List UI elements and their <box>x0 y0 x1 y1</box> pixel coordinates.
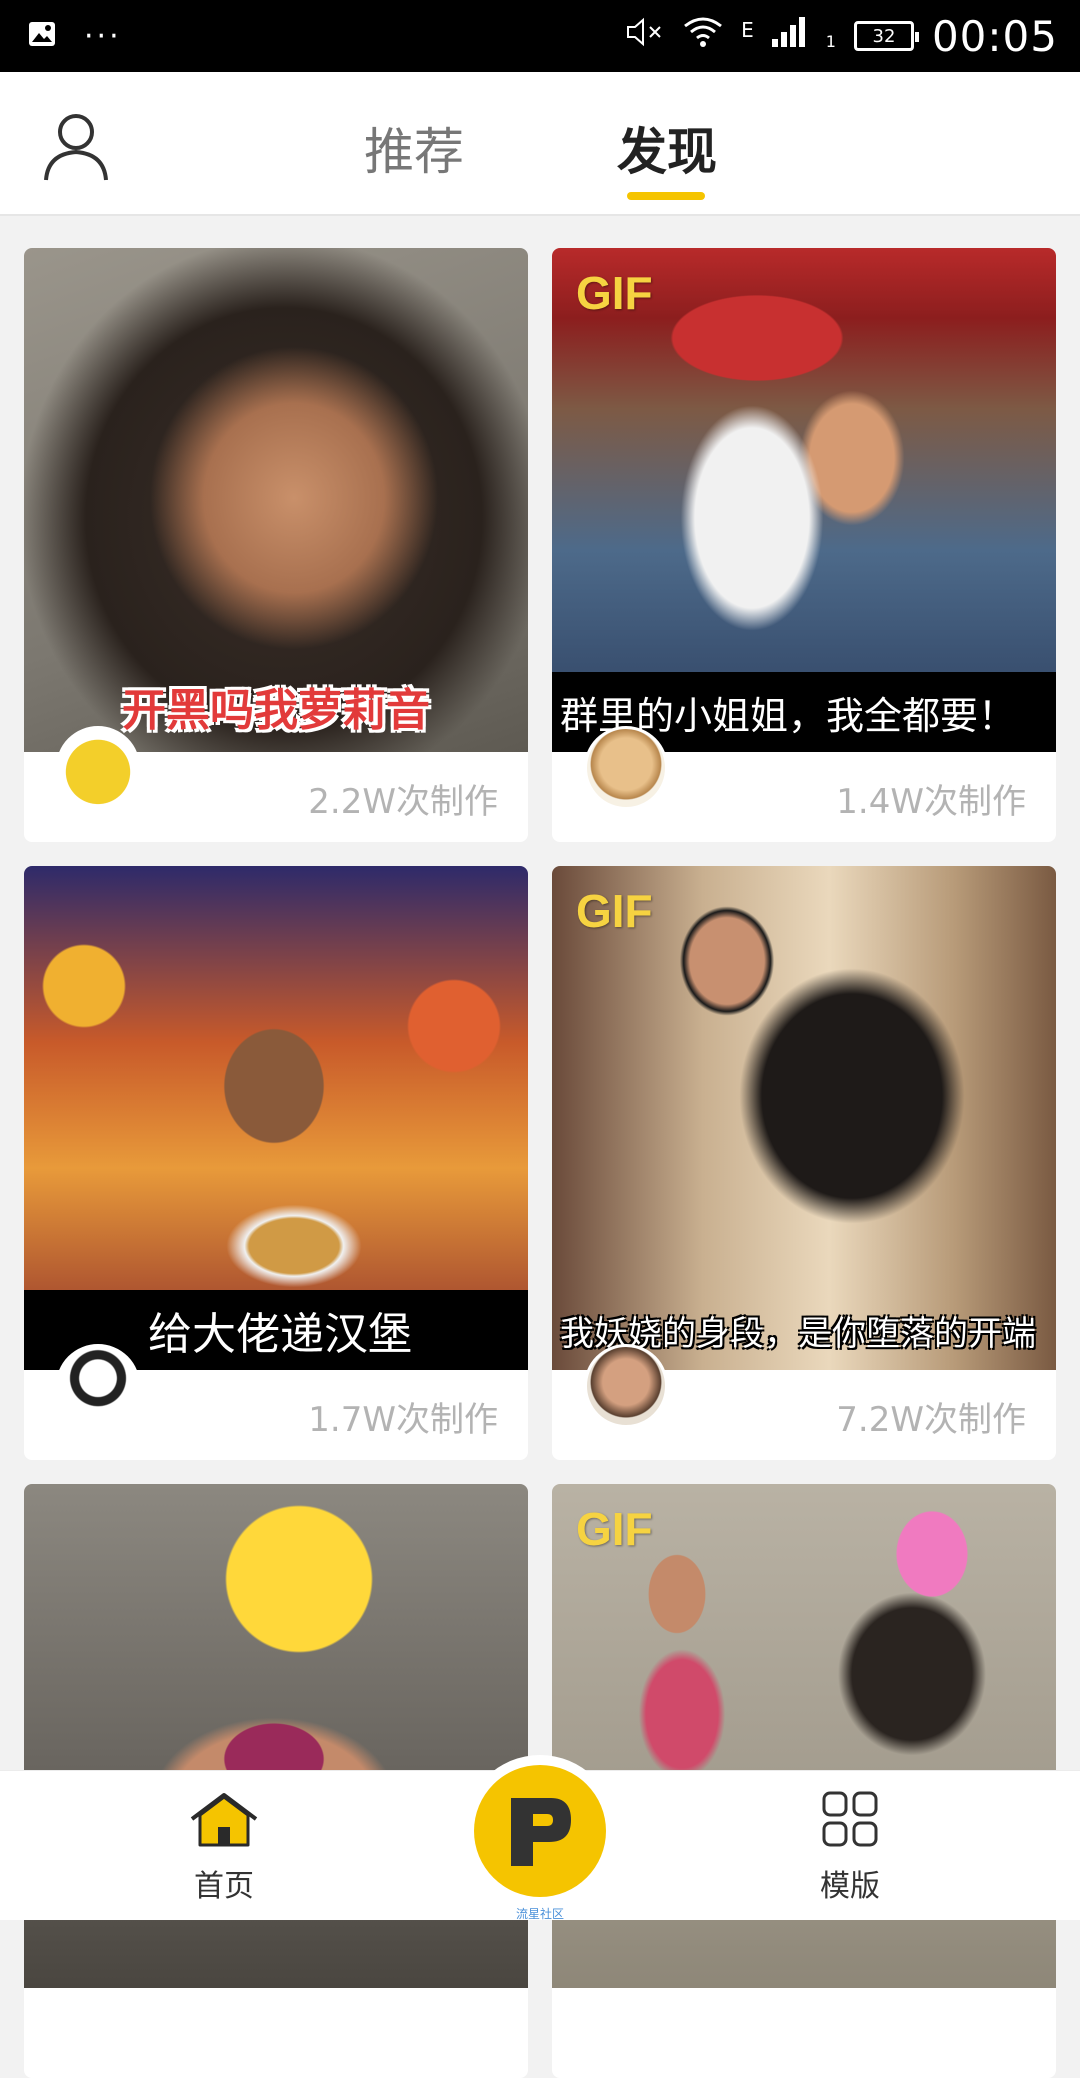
nav-template-label: 模版 <box>820 1869 880 1904</box>
nav-home[interactable]: 首页 <box>184 1789 264 1905</box>
active-tab-indicator <box>627 192 705 200</box>
gif-badge: GIF <box>576 885 653 937</box>
tab-recommend[interactable]: 推荐 <box>364 112 464 184</box>
profile-button[interactable] <box>40 110 112 182</box>
user-icon <box>44 114 108 181</box>
community-logo-icon <box>511 1798 571 1866</box>
status-bar: ··· E 1 32 00:05 <box>0 0 1080 72</box>
battery-level: 32 <box>872 25 896 47</box>
signal-icon <box>771 17 808 55</box>
author-avatar[interactable] <box>584 1344 668 1428</box>
gif-badge: GIF <box>576 267 653 319</box>
community-button[interactable] <box>474 1765 606 1897</box>
tab-discover[interactable]: 发现 <box>617 112 717 184</box>
more-notifications-icon: ··· <box>84 18 122 54</box>
author-avatar[interactable] <box>584 726 668 810</box>
bottom-nav: 首页 流星社区 模版 <box>0 1755 1080 1921</box>
usage-count: 7.2W次制作 <box>836 1400 1026 1440</box>
top-nav: 推荐 发现 <box>0 72 1080 216</box>
usage-count: 2.2W次制作 <box>308 782 498 822</box>
mute-icon <box>625 15 665 57</box>
nav-home-label: 首页 <box>194 1869 254 1904</box>
template-image[interactable]: 给大佬递汉堡 <box>24 866 528 1370</box>
wifi-icon <box>683 16 723 56</box>
template-card[interactable]: GIF 我妖娆的身段，是你堕落的开端 7.2W次制作 <box>552 866 1056 1460</box>
grid-icon <box>822 1791 878 1847</box>
sim-slot: 1 <box>825 31 836 51</box>
usage-count: 1.4W次制作 <box>836 782 1026 822</box>
gif-badge: GIF <box>576 1503 653 1555</box>
template-card[interactable]: 给大佬递汉堡 1.7W次制作 <box>24 866 528 1460</box>
nav-template[interactable]: 模版 <box>810 1789 890 1905</box>
network-type: E <box>741 17 754 42</box>
author-avatar[interactable] <box>56 726 140 810</box>
usage-count: 1.7W次制作 <box>308 1400 498 1440</box>
template-card[interactable]: GIF 群里的小姐姐，我全都要！ 1.4W次制作 <box>552 248 1056 842</box>
gallery-icon <box>28 21 56 51</box>
template-image[interactable]: GIF 群里的小姐姐，我全都要！ <box>552 248 1056 752</box>
home-icon <box>190 1793 258 1847</box>
template-image[interactable]: GIF 我妖娆的身段，是你堕落的开端 <box>552 866 1056 1370</box>
community-label: 流星社区 <box>515 1907 564 1921</box>
clock: 00:05 <box>931 11 1058 61</box>
template-card[interactable]: 开黑吗我萝莉音 2.2W次制作 <box>24 248 528 842</box>
author-avatar[interactable] <box>56 1344 140 1428</box>
battery-icon: 32 <box>853 21 919 51</box>
template-image[interactable]: 开黑吗我萝莉音 <box>24 248 528 752</box>
